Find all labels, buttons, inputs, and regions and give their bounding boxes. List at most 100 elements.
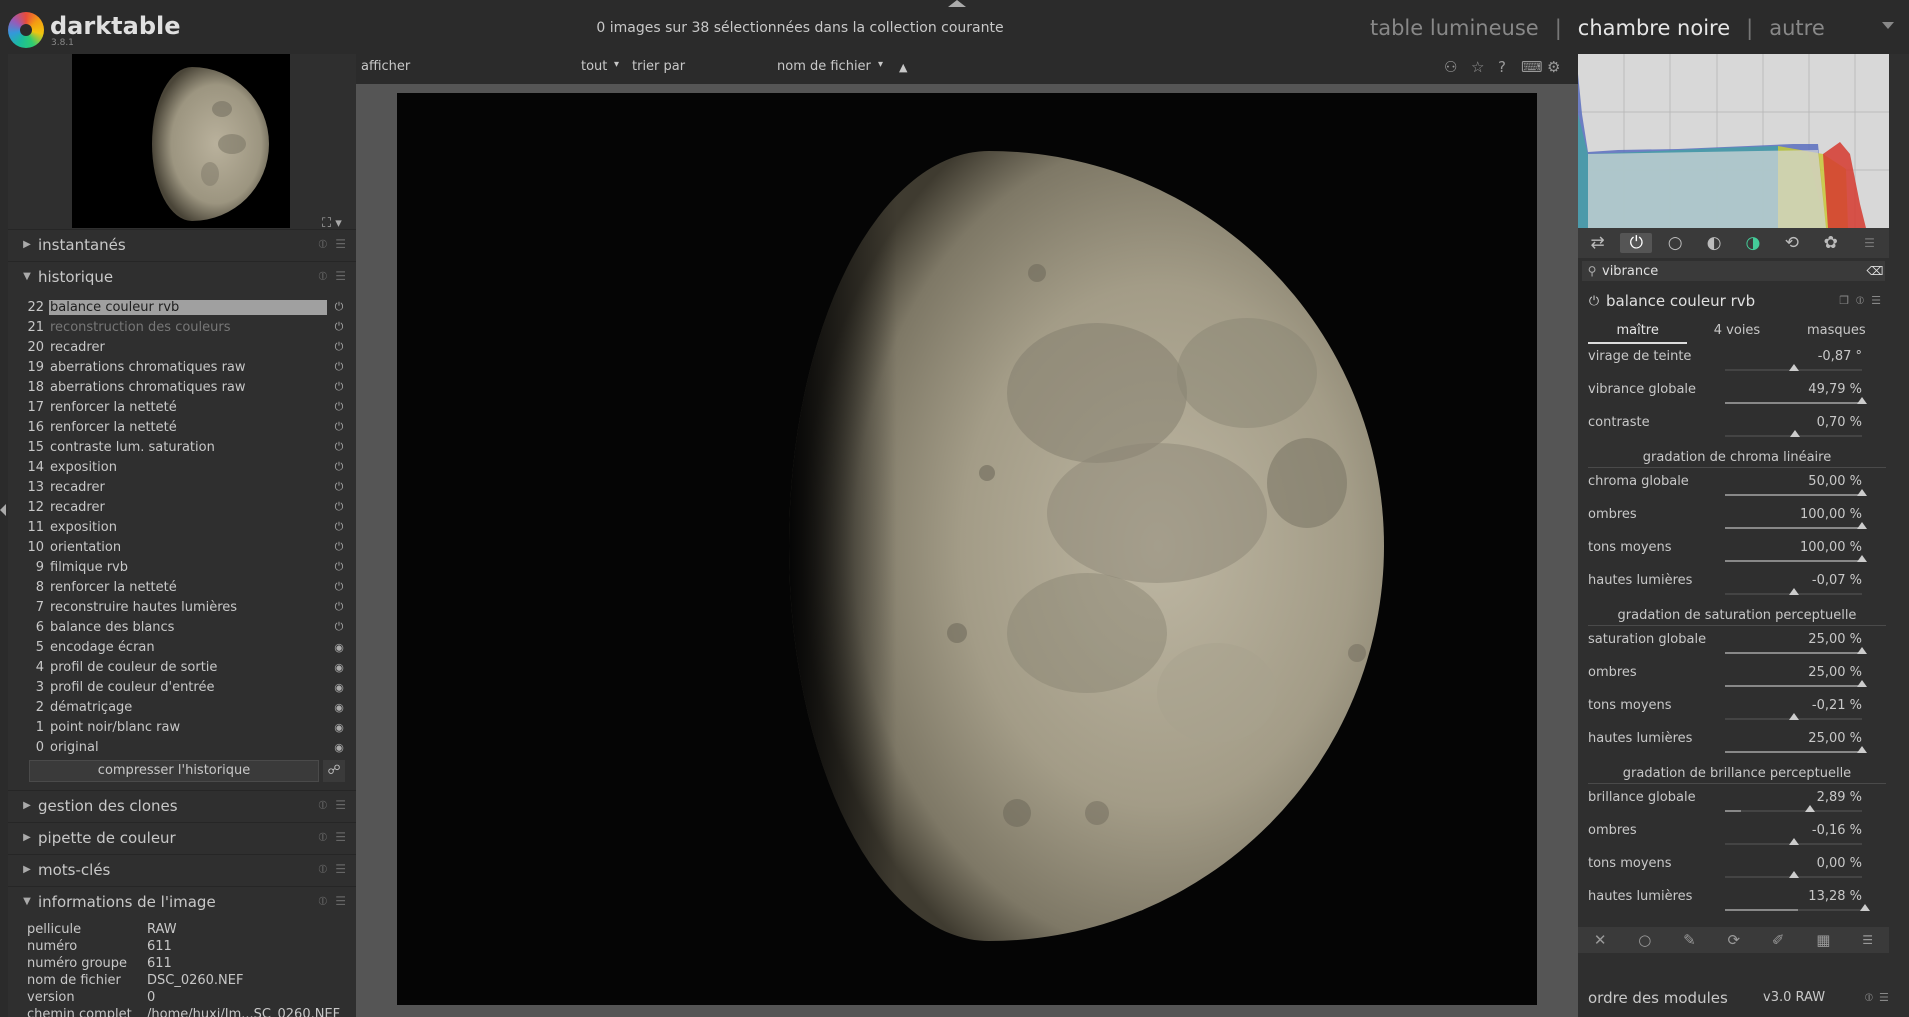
section-tagging[interactable]: ▶ mots-clés ⦶ ☰ (8, 854, 356, 884)
slider-value[interactable]: 25,00 % (1808, 731, 1862, 746)
parametric-mask-icon[interactable]: ⟳ (1728, 931, 1741, 949)
chevron-down-icon[interactable] (1882, 22, 1894, 29)
slider-value[interactable]: -0,16 % (1812, 823, 1862, 838)
slider[interactable]: hautes lumières 25,00 % (1588, 727, 1886, 760)
section-color-picker[interactable]: ▶ pipette de couleur ⦶ ☰ (8, 822, 356, 852)
power-icon[interactable]: ⏻ (327, 500, 351, 514)
slider-value[interactable]: -0,07 % (1812, 573, 1862, 588)
slider-handle[interactable] (1857, 680, 1867, 687)
slider-handle[interactable] (1857, 555, 1867, 562)
view-darkroom[interactable]: chambre noire (1578, 16, 1730, 40)
slider[interactable]: contraste 0,70 % (1588, 411, 1886, 444)
reset-icon[interactable]: ⦶ (1856, 294, 1864, 308)
multi-instance-icon[interactable]: ❐ (1839, 294, 1849, 308)
slider-handle[interactable] (1789, 430, 1800, 437)
slider[interactable]: saturation globale 25,00 % (1588, 628, 1886, 661)
power-icon[interactable]: ⏻ (327, 460, 351, 474)
slider-handle[interactable] (1804, 805, 1815, 812)
histogram[interactable] (1578, 54, 1889, 228)
presets-icon[interactable]: ☰ (335, 862, 346, 877)
power-icon[interactable]: ⏻ (327, 360, 351, 374)
slider-handle[interactable] (1788, 838, 1799, 845)
reset-icon[interactable]: ⦶ (319, 269, 328, 284)
slider[interactable]: ombres -0,16 % (1588, 819, 1886, 852)
slider-track[interactable] (1725, 430, 1862, 437)
always-on-icon[interactable]: ◉ (327, 721, 351, 734)
section-snapshots[interactable]: ▶ instantanés ⦶ ☰ (8, 229, 356, 259)
star-icon[interactable]: ☆ (1471, 58, 1484, 76)
search-value[interactable]: vibrance (1602, 264, 1865, 279)
history-item[interactable]: 9 filmique rvb ⏻ (26, 557, 351, 577)
drawn-parametric-mask-icon[interactable]: ✐ (1772, 931, 1785, 949)
power-icon[interactable]: ⏻ (1582, 294, 1606, 309)
history-item[interactable]: 17 renforcer la netteté ⏻ (26, 397, 351, 417)
slider-value[interactable]: 2,89 % (1817, 790, 1862, 805)
active-modules-icon[interactable]: ⏻ (1620, 233, 1653, 253)
slider-track[interactable] (1725, 489, 1867, 496)
slider-value[interactable]: 49,79 % (1808, 382, 1862, 397)
chevron-down-icon[interactable]: ▾ (878, 59, 883, 70)
gear-icon[interactable]: ⚙ (1547, 58, 1560, 76)
history-item[interactable]: 11 exposition ⏻ (26, 517, 351, 537)
presets-icon[interactable]: ☰ (335, 798, 346, 813)
reset-icon[interactable]: ⦶ (1865, 991, 1873, 1005)
slider-value[interactable]: -0,87 ° (1818, 349, 1862, 364)
slider[interactable]: chroma globale 50,00 % (1588, 470, 1886, 503)
power-icon[interactable]: ⏻ (327, 540, 351, 554)
compress-history-button[interactable]: compresser l'historique (29, 760, 319, 782)
collapse-top-panel-icon[interactable] (948, 0, 966, 7)
reset-icon[interactable]: ⦶ (319, 830, 328, 845)
always-on-icon[interactable]: ◉ (327, 741, 351, 754)
reset-icon[interactable]: ⦶ (319, 798, 328, 813)
history-item[interactable]: 0 original ◉ (26, 737, 351, 757)
base-group-icon[interactable]: ○ (1659, 233, 1691, 253)
history-item[interactable]: 4 profil de couleur de sortie ◉ (26, 657, 351, 677)
slider-handle[interactable] (1788, 364, 1799, 371)
power-icon[interactable]: ⏻ (327, 520, 351, 534)
section-duplicate-manager[interactable]: ▶ gestion des clones ⦶ ☰ (8, 790, 356, 820)
create-style-icon[interactable]: ☍ (323, 760, 345, 782)
module-search-input[interactable]: ⚲ vibrance ⌫ (1582, 261, 1885, 281)
sort-select[interactable]: nom de fichier (777, 59, 871, 74)
slider[interactable]: tons moyens -0,21 % (1588, 694, 1886, 727)
view-lighttable[interactable]: table lumineuse (1370, 16, 1539, 40)
presets-icon[interactable]: ☰ (1862, 933, 1873, 947)
presets-icon[interactable]: ☰ (1879, 991, 1889, 1005)
slider[interactable]: tons moyens 100,00 % (1588, 536, 1886, 569)
slider-value[interactable]: 100,00 % (1800, 540, 1862, 555)
history-item[interactable]: 14 exposition ⏻ (26, 457, 351, 477)
power-icon[interactable]: ⏻ (327, 600, 351, 614)
slider-track[interactable] (1725, 647, 1867, 654)
slider-track[interactable] (1725, 838, 1862, 845)
history-item[interactable]: 19 aberrations chromatiques raw ⏻ (26, 357, 351, 377)
quick-access-icon[interactable]: ⇄ (1581, 233, 1613, 253)
history-item[interactable]: 15 contraste lum. saturation ⏻ (26, 437, 351, 457)
history-item[interactable]: 2 dématriçage ◉ (26, 697, 351, 717)
slider-track[interactable] (1725, 522, 1867, 529)
history-item[interactable]: 16 renforcer la netteté ⏻ (26, 417, 351, 437)
slider-track[interactable] (1725, 871, 1862, 878)
chevron-down-icon[interactable]: ▾ (614, 59, 619, 70)
always-on-icon[interactable]: ◉ (327, 681, 351, 694)
view-other[interactable]: autre (1769, 16, 1825, 40)
slider[interactable]: ombres 100,00 % (1588, 503, 1886, 536)
history-item[interactable]: 8 renforcer la netteté ⏻ (26, 577, 351, 597)
power-icon[interactable]: ⏻ (327, 300, 351, 314)
power-icon[interactable]: ⏻ (327, 420, 351, 434)
power-icon[interactable]: ⏻ (327, 620, 351, 634)
power-icon[interactable]: ⏻ (327, 400, 351, 414)
reset-icon[interactable]: ⦶ (319, 237, 328, 252)
slider-track[interactable] (1725, 364, 1862, 371)
module-tab[interactable]: masques (1787, 320, 1886, 344)
slider[interactable]: hautes lumières 13,28 % (1588, 885, 1886, 918)
slider[interactable]: ombres 25,00 % (1588, 661, 1886, 694)
always-on-icon[interactable]: ◉ (327, 661, 351, 674)
power-icon[interactable]: ⏻ (327, 320, 351, 334)
slider[interactable]: brillance globale 2,89 % (1588, 786, 1886, 819)
slider-value[interactable]: -0,21 % (1812, 698, 1862, 713)
power-icon[interactable]: ⏻ (327, 340, 351, 354)
slider-value[interactable]: 25,00 % (1808, 665, 1862, 680)
slider-handle[interactable] (1857, 522, 1867, 529)
help-icon[interactable]: ? (1498, 58, 1506, 76)
history-item[interactable]: 22 balance couleur rvb ⏻ (26, 297, 351, 317)
